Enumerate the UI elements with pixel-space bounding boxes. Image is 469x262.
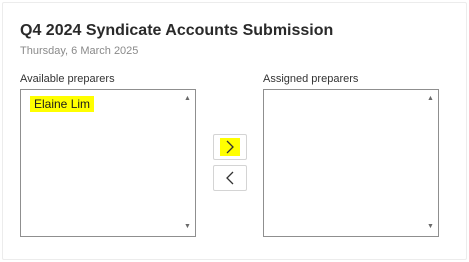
submission-panel: Q4 2024 Syndicate Accounts Submission Th… (0, 0, 469, 262)
list-item-elaine-lim[interactable]: Elaine Lim (30, 96, 95, 112)
page-date: Thursday, 6 March 2025 (20, 45, 139, 57)
scroll-up-arrow-icon[interactable]: ▲ (426, 95, 435, 103)
scroll-down-arrow-icon[interactable]: ▼ (183, 223, 192, 231)
move-right-button[interactable] (213, 134, 247, 160)
assigned-preparers-listbox[interactable]: ▲ ▼ (263, 89, 439, 237)
chevron-right-icon (220, 138, 240, 156)
page-title: Q4 2024 Syndicate Accounts Submission (20, 22, 334, 39)
available-preparers-listbox[interactable]: Elaine Lim ▲ ▼ (20, 89, 196, 237)
assigned-preparers-label: Assigned preparers (263, 73, 359, 85)
available-preparers-label: Available preparers (20, 73, 115, 85)
move-left-button[interactable] (213, 165, 247, 191)
scroll-down-arrow-icon[interactable]: ▼ (426, 223, 435, 231)
assigned-preparers-items (264, 90, 422, 236)
available-preparers-items: Elaine Lim (21, 90, 179, 236)
chevron-left-icon (220, 169, 240, 187)
scroll-up-arrow-icon[interactable]: ▲ (183, 95, 192, 103)
